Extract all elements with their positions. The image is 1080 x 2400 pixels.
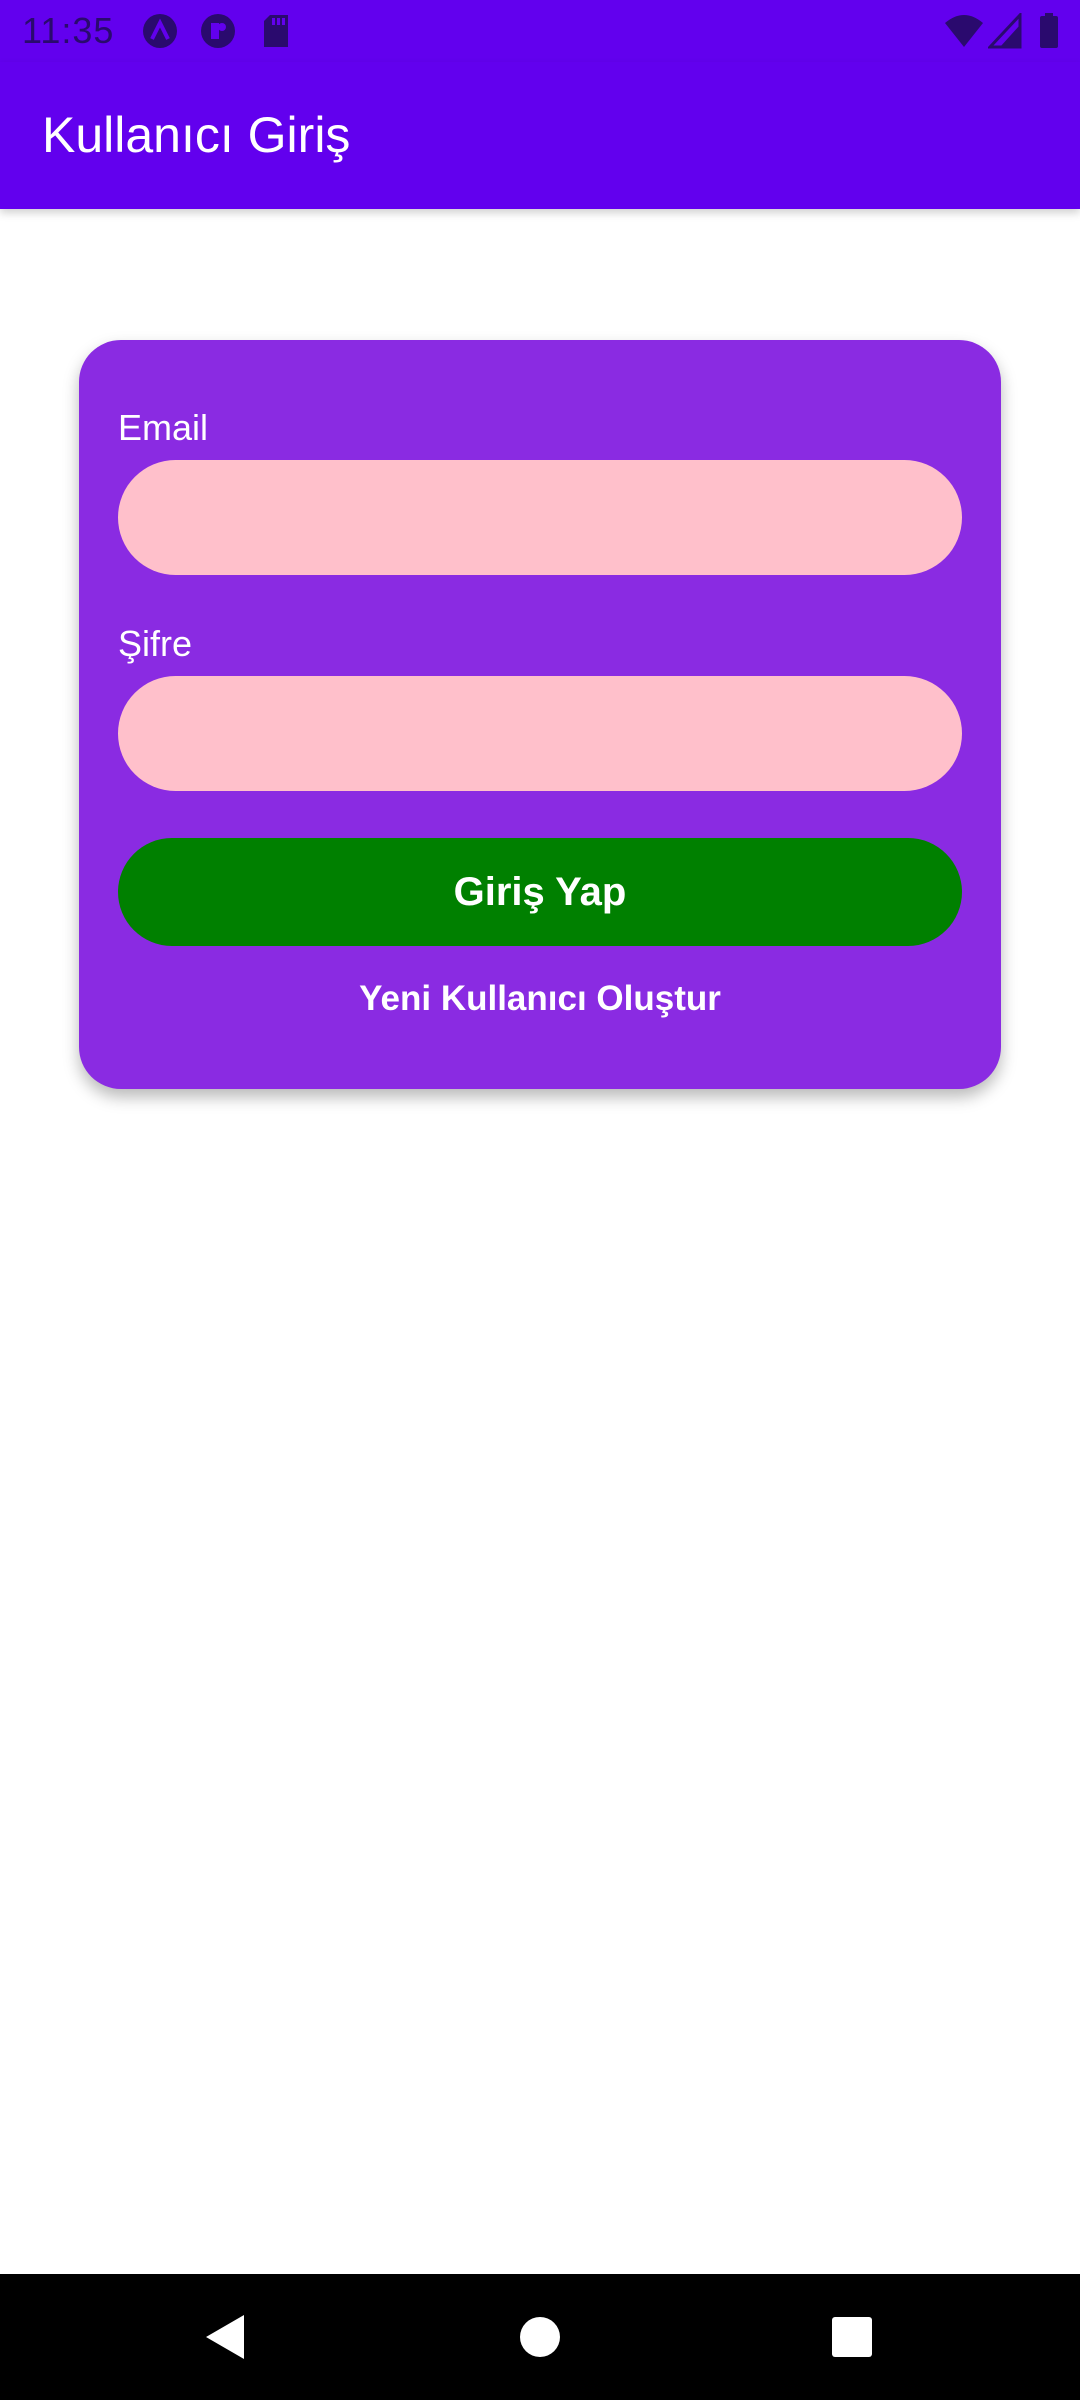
login-button-label: Giriş Yap: [453, 869, 627, 914]
page-title: Kullanıcı Giriş: [42, 107, 351, 163]
email-label: Email: [118, 407, 209, 448]
login-screen: 11:35 Kullanıcı Giriş Email Şifre Giriş …: [0, 0, 1080, 2400]
app-bar: Kullanıcı Giriş: [0, 62, 1080, 209]
battery-icon: [1038, 13, 1060, 49]
login-button[interactable]: Giriş Yap: [118, 838, 962, 946]
password-label: Şifre: [118, 623, 193, 664]
status-bar: 11:35: [0, 0, 1080, 62]
create-user-link[interactable]: Yeni Kullanıcı Oluştur: [79, 976, 1001, 1022]
signal-icon: [988, 13, 1022, 49]
status-time: 11:35: [22, 10, 115, 51]
navigation-bar: [0, 2274, 1080, 2400]
email-field[interactable]: [118, 460, 962, 575]
login-card: Email Şifre Giriş Yap Yeni Kullanıcı Olu…: [79, 340, 1001, 1089]
wifi-icon: [944, 13, 984, 49]
back-icon[interactable]: [196, 2307, 256, 2367]
android-studio-icon: [140, 13, 180, 49]
recents-icon[interactable]: [822, 2307, 882, 2367]
sd-card-icon: [262, 13, 290, 49]
app-notification-icon: [198, 13, 238, 49]
password-field[interactable]: [118, 676, 962, 791]
home-icon[interactable]: [510, 2307, 570, 2367]
